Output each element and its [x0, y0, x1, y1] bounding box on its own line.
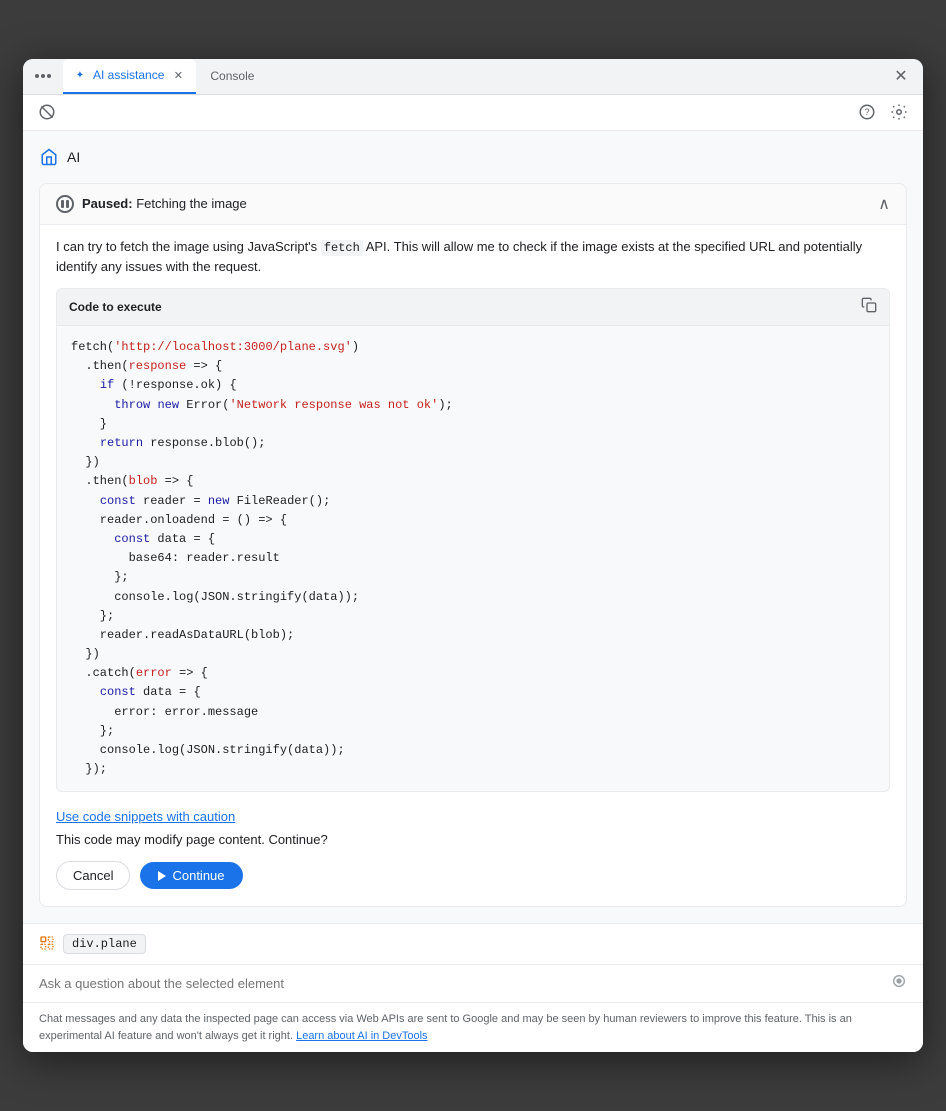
element-chip[interactable]: div.plane: [63, 934, 146, 954]
code-area: fetch('http://localhost:3000/plane.svg')…: [57, 326, 889, 791]
close-devtools-button[interactable]: ✕: [887, 62, 915, 90]
ai-panel-title: AI: [67, 149, 80, 165]
tab-bar: ✦ AI assistance ✕ Console ✕: [23, 59, 923, 95]
ai-card: Paused: Fetching the image ∧ I can try t…: [39, 183, 907, 908]
ban-icon[interactable]: [35, 100, 59, 124]
footer-link[interactable]: Learn about AI in DevTools: [296, 1030, 427, 1042]
bottom-section: div.plane Chat messages and any data the…: [23, 923, 923, 1052]
paused-header: Paused: Fetching the image ∧: [40, 184, 906, 225]
element-selector-icon: [39, 935, 55, 954]
ai-header: AI: [39, 147, 907, 167]
ai-logo-icon: [39, 147, 59, 167]
code-block-header: Code to execute: [57, 289, 889, 326]
tab-ai-assistance-label: AI assistance: [93, 68, 164, 82]
dot2: [41, 74, 45, 78]
toolbar-right: ?: [855, 100, 911, 124]
settings-icon[interactable]: [887, 100, 911, 124]
warning-section: Use code snippets with caution This code…: [40, 808, 906, 906]
copy-button[interactable]: [861, 297, 877, 317]
footer-message: Chat messages and any data the inspected…: [39, 1013, 852, 1042]
devtools-window: ✦ AI assistance ✕ Console ✕ ?: [23, 59, 923, 1053]
tab-ai-assistance-close[interactable]: ✕: [170, 67, 186, 83]
play-icon: [158, 871, 166, 881]
more-tabs-button[interactable]: [31, 70, 55, 82]
description: I can try to fetch the image using JavaS…: [40, 225, 906, 289]
collapse-button[interactable]: ∧: [878, 194, 890, 214]
main-content: AI Paused: Fetching the image: [23, 131, 923, 924]
continue-button[interactable]: Continue: [140, 862, 242, 889]
pause-bars: [61, 200, 69, 208]
paused-status-text: Paused: Fetching the image: [82, 196, 247, 211]
dot3: [47, 74, 51, 78]
paused-left: Paused: Fetching the image: [56, 195, 247, 213]
continue-text: This code may modify page content. Conti…: [56, 832, 890, 847]
toolbar-left: [35, 100, 59, 124]
cancel-button[interactable]: Cancel: [56, 861, 130, 890]
dot1: [35, 74, 39, 78]
toolbar: ?: [23, 95, 923, 131]
mic-icon[interactable]: [891, 973, 907, 994]
paused-message: Fetching the image: [136, 196, 247, 211]
code-block: Code to execute fetch('http://localhost:…: [56, 288, 890, 792]
tab-console-label: Console: [210, 69, 254, 83]
paused-label: Paused:: [82, 196, 133, 211]
pause-bar-1: [61, 200, 64, 208]
help-icon[interactable]: ?: [855, 100, 879, 124]
continue-label: Continue: [172, 868, 224, 883]
ai-spark-icon: ✦: [73, 68, 87, 82]
element-tag-row: div.plane: [23, 924, 923, 965]
code-block-title: Code to execute: [69, 300, 162, 314]
tab-ai-assistance[interactable]: ✦ AI assistance ✕: [63, 59, 196, 94]
pause-icon: [56, 195, 74, 213]
tab-console[interactable]: Console: [200, 59, 264, 94]
input-area: [23, 965, 923, 1003]
svg-text:?: ?: [864, 107, 869, 117]
action-buttons: Cancel Continue: [56, 861, 890, 890]
footer-text: Chat messages and any data the inspected…: [23, 1003, 923, 1052]
ask-input[interactable]: [39, 976, 883, 991]
pause-bar-2: [66, 200, 69, 208]
caution-link[interactable]: Use code snippets with caution: [56, 809, 235, 824]
